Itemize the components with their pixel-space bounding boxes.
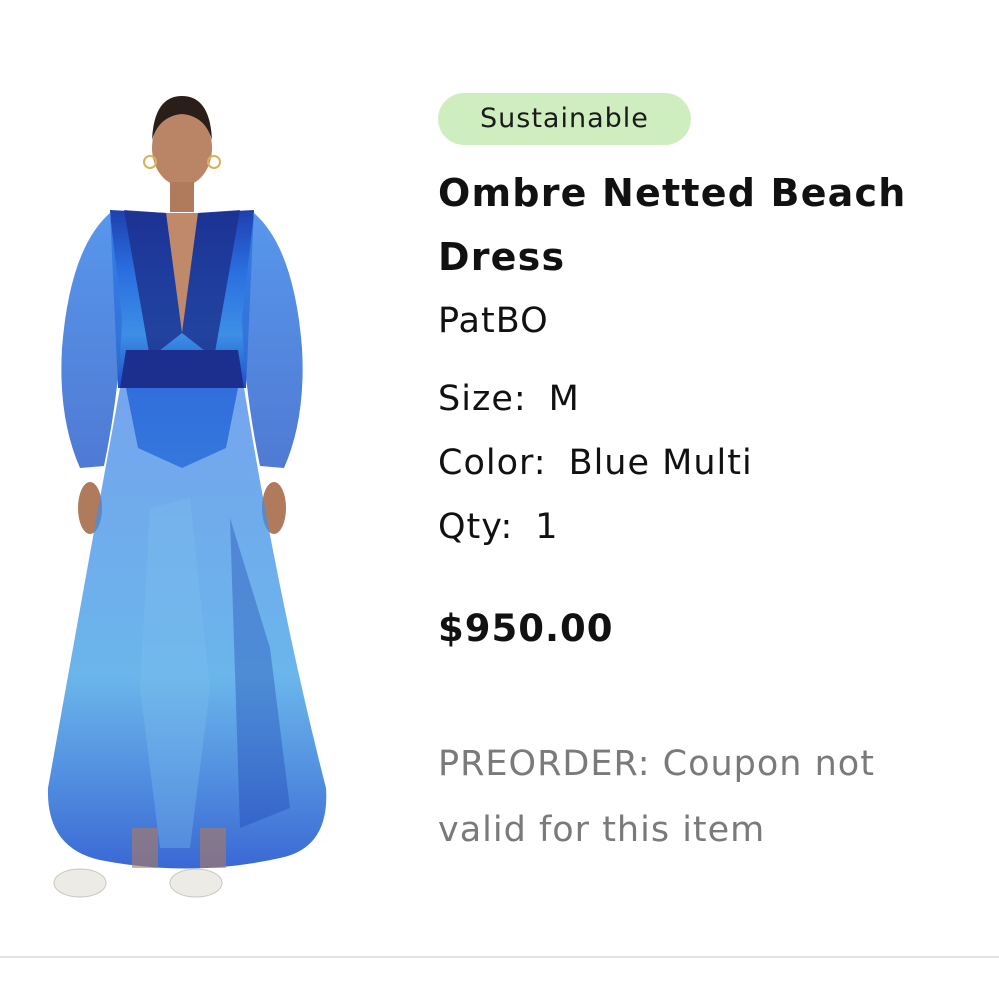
item-price: $950.00 [438,607,614,650]
size-label: Size: [438,379,527,419]
color-value: Blue Multi [568,443,753,483]
product-image[interactable] [40,88,330,908]
color-row: Color: Blue Multi [438,431,978,495]
item-details: Sustainable Ombre Netted Beach Dress Pat… [438,93,978,863]
qty-value: 1 [535,507,559,547]
preorder-note: PREORDER: Coupon not valid for this item [438,744,875,850]
sustainable-badge: Sustainable [438,93,691,145]
qty-label: Qty: [438,507,514,547]
cart-item: Sustainable Ombre Netted Beach Dress Pat… [0,0,999,1000]
size-value: M [548,379,580,419]
qty-row: Qty: 1 [438,495,978,559]
divider [0,956,999,958]
product-title[interactable]: Ombre Netted Beach Dress [438,161,918,289]
color-label: Color: [438,443,547,483]
size-row: Size: M [438,367,978,431]
product-brand[interactable]: PatBO [438,289,978,353]
